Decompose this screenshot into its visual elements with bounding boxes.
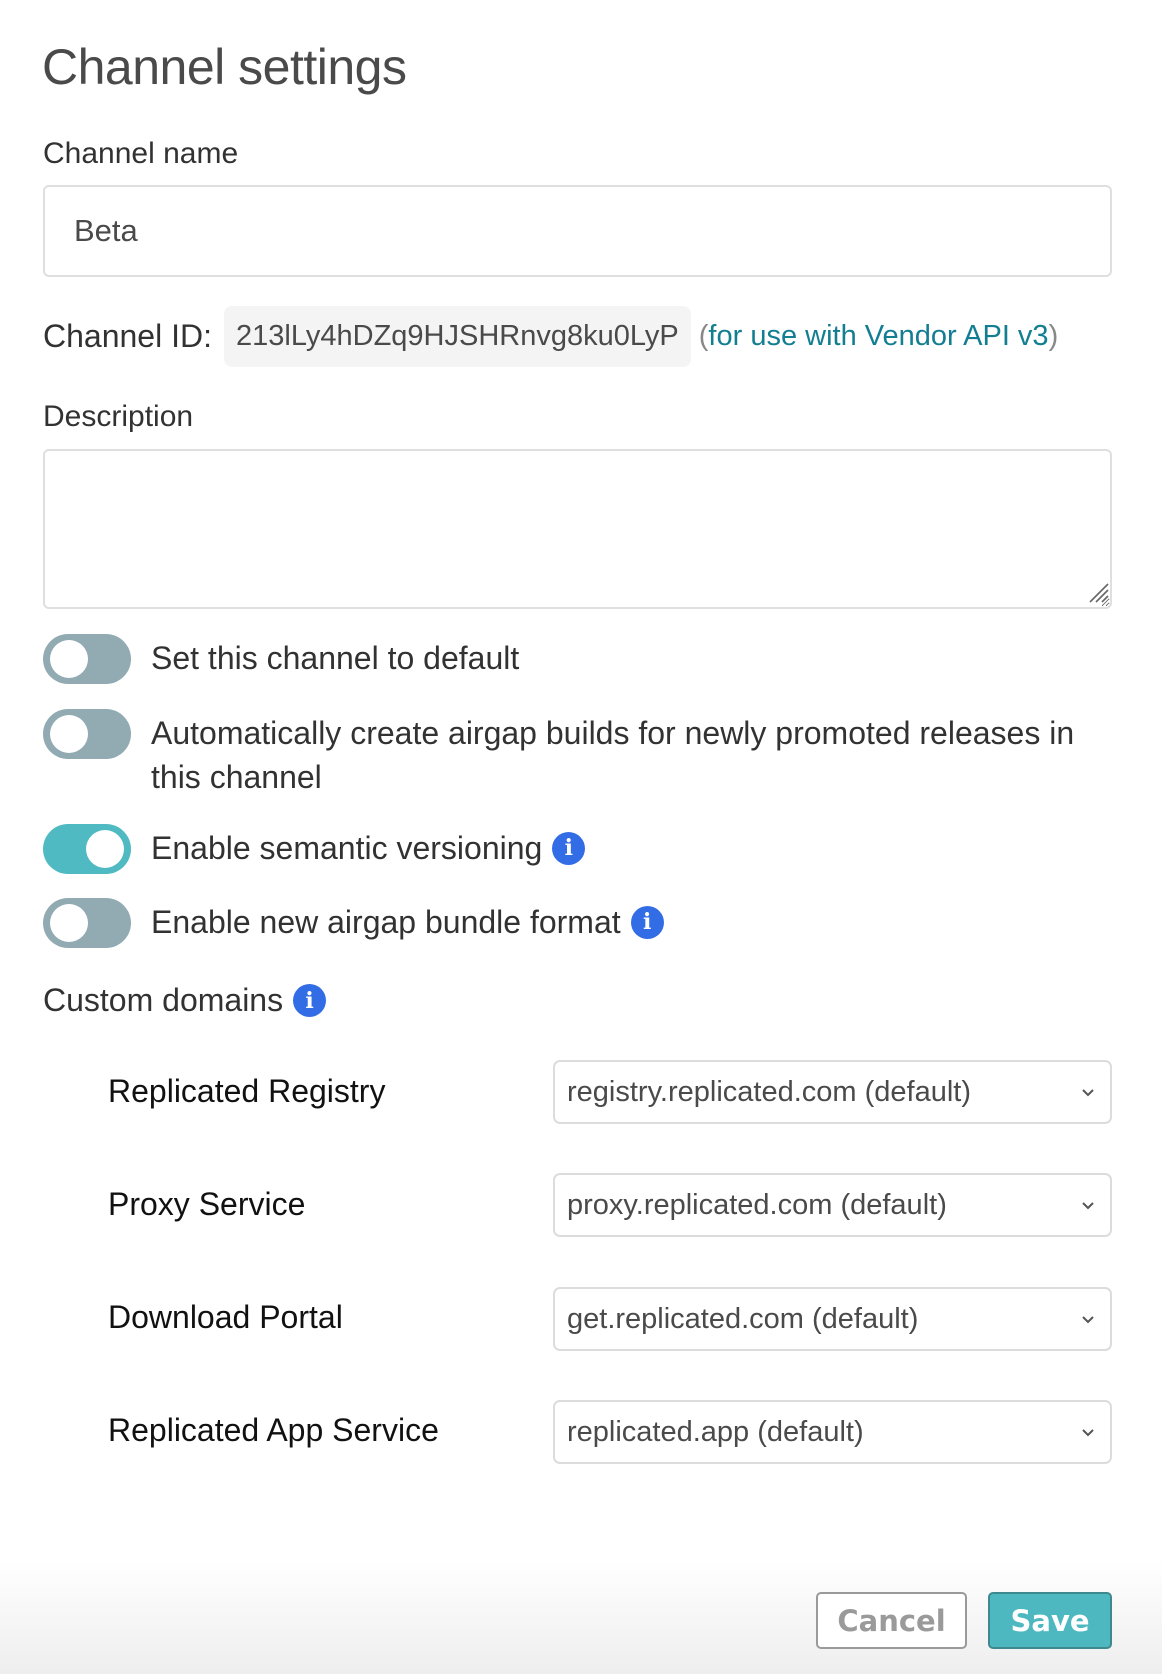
toggle-knob (50, 715, 88, 753)
toggle-row-airgap-builds: Automatically create airgap builds for n… (43, 709, 1131, 799)
save-button[interactable]: Save (988, 1592, 1112, 1649)
channel-id-label: Channel ID: (43, 318, 212, 354)
auto-airgap-builds-toggle[interactable] (43, 709, 131, 759)
info-icon[interactable]: i (552, 831, 586, 865)
toggle-row-semver: Enable semantic versioning i (43, 824, 1131, 874)
select-value: registry.replicated.com (default) (567, 1075, 972, 1108)
toggle-label: Automatically create airgap builds for n… (151, 715, 1075, 795)
new-airgap-format-toggle[interactable] (43, 898, 131, 948)
toggle-label-wrap: Enable new airgap bundle format i (151, 898, 1131, 944)
app-service-domain-select[interactable]: replicated.app (default) (553, 1400, 1112, 1464)
description-textarea[interactable] (43, 449, 1112, 609)
channel-id-row: Channel ID: 213lLy4hDZq9HJSHRnvg8ku0LyP … (43, 306, 1058, 367)
chevron-down-icon (1082, 1202, 1094, 1210)
toggle-knob (50, 904, 88, 942)
paren-close: ) (1048, 320, 1059, 352)
info-icon[interactable]: i (293, 984, 327, 1017)
domain-label-app-service: Replicated App Service (108, 1412, 439, 1448)
channel-name-input[interactable] (43, 185, 1112, 277)
download-portal-domain-select[interactable]: get.replicated.com (default) (553, 1287, 1112, 1351)
page-title: Channel settings (42, 39, 407, 95)
registry-domain-select[interactable]: registry.replicated.com (default) (553, 1060, 1112, 1124)
paren-open: ( (698, 320, 709, 352)
description-label: Description (43, 400, 194, 433)
toggle-knob (86, 830, 124, 868)
toggle-label: Enable new airgap bundle format (151, 904, 621, 940)
chevron-down-icon (1082, 1089, 1094, 1097)
select-value: proxy.replicated.com (default) (567, 1188, 947, 1221)
domain-label-download-portal: Download Portal (108, 1299, 343, 1335)
semantic-versioning-toggle[interactable] (43, 824, 131, 874)
channel-name-label: Channel name (43, 137, 239, 170)
info-icon[interactable]: i (630, 905, 664, 939)
resize-grip-icon[interactable] (1086, 580, 1110, 604)
toggle-row-airgap-format: Enable new airgap bundle format i (43, 898, 1131, 948)
chevron-down-icon (1082, 1316, 1094, 1324)
default-channel-toggle[interactable] (43, 634, 131, 684)
chevron-down-icon (1082, 1429, 1094, 1437)
cancel-button[interactable]: Cancel (816, 1592, 967, 1649)
toggle-knob (50, 640, 88, 678)
proxy-domain-select[interactable]: proxy.replicated.com (default) (553, 1173, 1112, 1237)
toggle-label: Set this channel to default (151, 640, 520, 676)
select-value: get.replicated.com (default) (567, 1302, 919, 1335)
domain-label-proxy: Proxy Service (108, 1186, 306, 1222)
vendor-api-link[interactable]: for use with Vendor API v3 (708, 320, 1048, 353)
select-value: replicated.app (default) (567, 1415, 864, 1448)
custom-domains-heading: Custom domains i (43, 982, 327, 1019)
toggle-label-wrap: Enable semantic versioning i (151, 824, 1131, 870)
toggle-label: Enable semantic versioning (151, 830, 543, 866)
domain-label-registry: Replicated Registry (108, 1073, 386, 1109)
channel-id-value[interactable]: 213lLy4hDZq9HJSHRnvg8ku0LyP (223, 306, 691, 367)
custom-domains-title: Custom domains (43, 982, 284, 1018)
toggle-row-default: Set this channel to default (43, 634, 1131, 684)
